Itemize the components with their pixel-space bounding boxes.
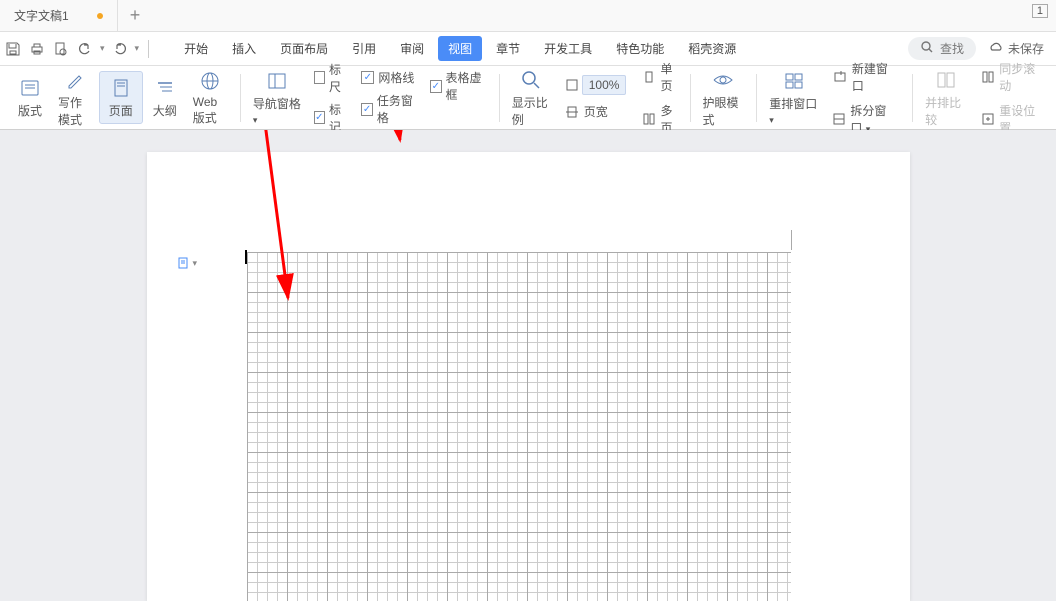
separator-icon xyxy=(148,40,149,58)
zoom-value: 100% xyxy=(582,75,627,95)
undo-icon[interactable] xyxy=(76,40,94,58)
page-width-icon xyxy=(564,104,580,120)
quick-access-toolbar: ▾ ▾ xyxy=(4,40,162,58)
outline-button[interactable]: 大纲 xyxy=(143,72,187,123)
checkbox-icon xyxy=(314,71,325,84)
menu-review[interactable]: 审阅 xyxy=(390,36,434,61)
outline-icon xyxy=(153,76,177,100)
task-pane-checkbox[interactable]: ✓ 任务窗格 xyxy=(361,92,418,126)
print-icon[interactable] xyxy=(28,40,46,58)
eye-protect-group: 护眼模式 xyxy=(691,66,757,129)
print-preview-icon[interactable] xyxy=(52,40,70,58)
search-box[interactable]: 查找 xyxy=(908,37,976,60)
window-indicator[interactable]: 1 xyxy=(1032,4,1048,18)
unsaved-label: 未保存 xyxy=(1008,40,1044,57)
save-icon[interactable] xyxy=(4,40,22,58)
one-page-button[interactable]: 单页 xyxy=(638,58,679,96)
checkbox-icon: ✓ xyxy=(361,103,372,116)
eye-icon xyxy=(711,68,735,92)
menu-sections[interactable]: 章节 xyxy=(486,36,530,61)
ribbon: 版式 写作模式 页面 大纲 Web版式 导航窗格 ▾ 标尺 xyxy=(0,66,1056,130)
new-window-icon xyxy=(832,69,847,85)
page-view-icon xyxy=(109,76,133,100)
arrange-icon xyxy=(782,69,806,93)
checkbox-icon: ✓ xyxy=(430,80,441,93)
multi-page-icon xyxy=(642,111,656,127)
sync-scroll-icon xyxy=(981,69,995,85)
web-view-button[interactable]: Web版式 xyxy=(187,65,234,130)
sync-scroll-button: 同步滚动 xyxy=(977,58,1044,96)
split-window-icon xyxy=(832,111,846,127)
page-view-button[interactable]: 页面 xyxy=(99,71,143,124)
search-placeholder: 查找 xyxy=(940,40,964,57)
text-cursor-icon xyxy=(245,250,247,264)
zoom-small-icon xyxy=(564,77,580,93)
nav-pane-icon xyxy=(265,69,289,93)
menu-insert[interactable]: 插入 xyxy=(222,36,266,61)
window-group: 重排窗口 ▾ 新建窗口 拆分窗口 ▾ xyxy=(757,66,912,129)
checkbox-icon: ✓ xyxy=(314,111,325,124)
magnifier-icon xyxy=(519,68,543,92)
writing-mode-button[interactable]: 写作模式 xyxy=(52,64,99,132)
web-view-icon xyxy=(198,69,222,93)
reading-layout-button[interactable]: 版式 xyxy=(8,72,52,123)
new-tab-button[interactable]: + xyxy=(118,5,153,26)
arrange-button[interactable]: 重排窗口 ▾ xyxy=(763,65,824,130)
tab-title: 文字文稿1 xyxy=(14,7,69,24)
document-tab[interactable]: 文字文稿1 xyxy=(0,0,118,32)
menu-view[interactable]: 视图 xyxy=(438,36,482,61)
search-icon xyxy=(920,40,934,57)
ruler-checkbox[interactable]: 标尺 xyxy=(314,61,350,95)
writing-mode-icon xyxy=(63,68,87,92)
eye-protect-button[interactable]: 护眼模式 xyxy=(697,64,751,132)
menu-start[interactable]: 开始 xyxy=(174,36,218,61)
new-window-button[interactable]: 新建窗口 xyxy=(828,58,902,96)
margin-marker-icon xyxy=(791,230,792,250)
zoom-group: 显示比例 100% 页宽 单页 多页 xyxy=(500,66,690,129)
page-options-icon xyxy=(177,256,191,270)
menu-dev-tools[interactable]: 开发工具 xyxy=(534,36,602,61)
reset-position-icon xyxy=(981,111,995,127)
page-options-button[interactable]: ▾ xyxy=(177,256,198,270)
page-width-button[interactable]: 页宽 xyxy=(560,101,631,122)
table-frame-checkbox[interactable]: ✓ 表格虚框 xyxy=(430,69,487,103)
side-by-side-icon xyxy=(934,68,958,92)
one-page-icon xyxy=(642,69,656,85)
gridlines-checkbox[interactable]: ✓ 网格线 xyxy=(361,69,418,86)
chevron-down-icon: ▾ xyxy=(193,258,198,269)
compare-group: 并排比较 同步滚动 重设位置 xyxy=(913,66,1054,129)
reading-layout-icon xyxy=(18,76,42,100)
menu-resources[interactable]: 稻壳资源 xyxy=(678,36,746,61)
canvas-area[interactable]: ▾ xyxy=(0,130,1056,601)
view-modes-group: 版式 写作模式 页面 大纲 Web版式 xyxy=(2,66,240,129)
nav-pane-button[interactable]: 导航窗格 ▾ xyxy=(247,65,308,130)
side-by-side-button: 并排比较 xyxy=(919,64,973,132)
redo-icon[interactable] xyxy=(111,40,129,58)
modified-indicator-icon xyxy=(97,13,103,19)
page-grid xyxy=(247,252,791,601)
zoom-button[interactable]: 显示比例 xyxy=(506,64,556,132)
show-group: 导航窗格 ▾ 标尺 ✓ 标记 ✓ 网格线 ✓ 任务窗格 ✓ xyxy=(241,66,499,129)
checkbox-icon: ✓ xyxy=(361,71,374,84)
document-page[interactable]: ▾ xyxy=(147,152,910,601)
titlebar: 文字文稿1 + 1 xyxy=(0,0,1056,32)
zoom-100-button[interactable]: 100% xyxy=(560,73,631,97)
